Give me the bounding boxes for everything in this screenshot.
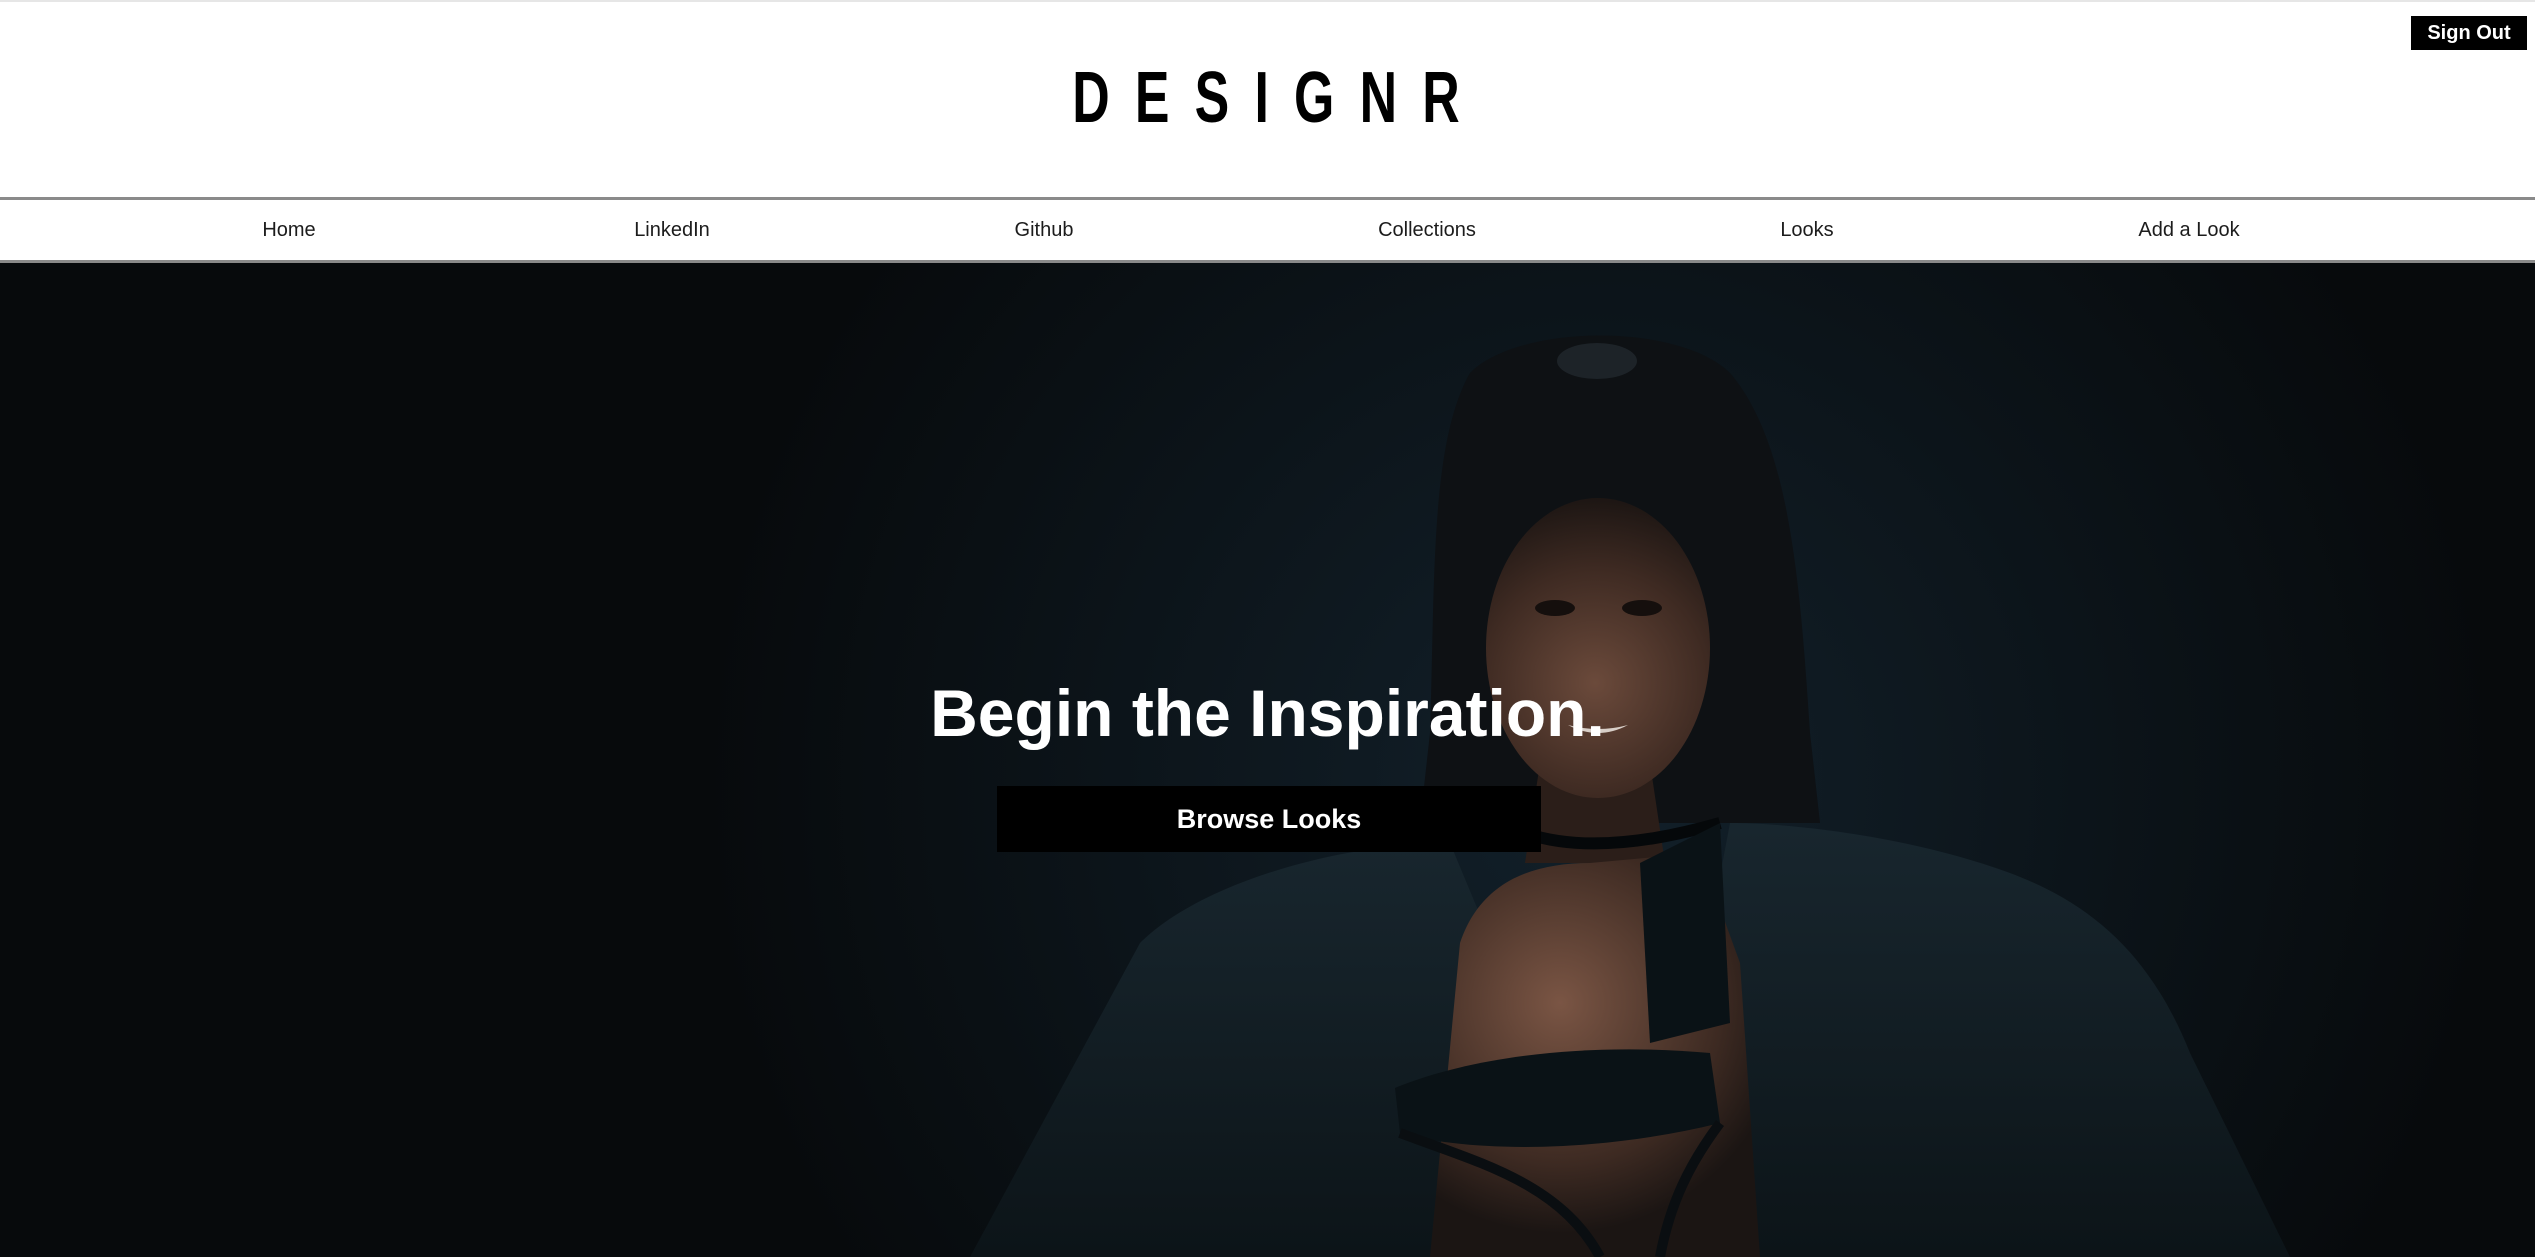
main-nav: Home LinkedIn Github Collections Looks A… bbox=[0, 197, 2535, 263]
nav-link-collections[interactable]: Collections bbox=[1378, 200, 1476, 260]
sign-out-button[interactable]: Sign Out bbox=[2411, 16, 2527, 50]
browse-looks-button[interactable]: Browse Looks bbox=[997, 786, 1541, 852]
nav-link-add-a-look[interactable]: Add a Look bbox=[2138, 200, 2239, 260]
site-header: DESIGNR Sign Out bbox=[0, 0, 2535, 198]
site-logo[interactable]: DESIGNR bbox=[353, 58, 2178, 138]
nav-link-github[interactable]: Github bbox=[1015, 200, 1074, 260]
nav-link-home[interactable]: Home bbox=[262, 200, 315, 260]
nav-link-looks[interactable]: Looks bbox=[1780, 200, 1833, 260]
hero-model-image bbox=[0, 263, 2535, 1257]
page: DESIGNR Sign Out Home LinkedIn Github Co… bbox=[0, 0, 2535, 1257]
hero-section: Begin the Inspiration. Browse Looks bbox=[0, 263, 2535, 1257]
hero-headline: Begin the Inspiration. bbox=[930, 676, 1605, 750]
nav-link-linkedin[interactable]: LinkedIn bbox=[634, 200, 710, 260]
